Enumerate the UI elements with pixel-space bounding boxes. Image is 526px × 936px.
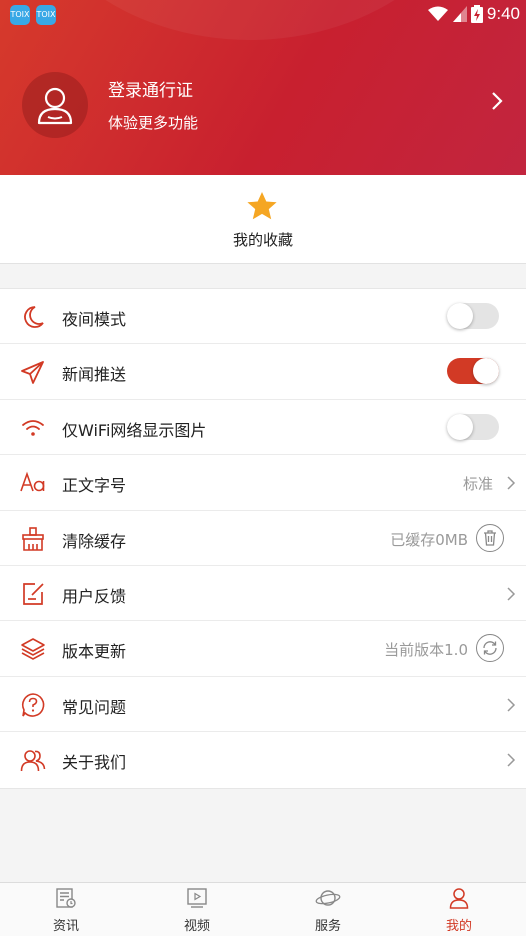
settings-row-wifi-images[interactable]: 仅WiFi网络显示图片 bbox=[0, 400, 526, 456]
row-label: 常见问题 bbox=[62, 697, 127, 717]
signal-icon bbox=[452, 6, 467, 22]
wifi-status-icon bbox=[427, 6, 448, 21]
row-label: 用户反馈 bbox=[62, 586, 127, 606]
edit-icon bbox=[23, 583, 44, 605]
star-icon bbox=[247, 192, 277, 220]
settings-row-night-mode[interactable]: 夜间模式 bbox=[0, 289, 526, 345]
login-title: 登录通行证 bbox=[108, 81, 193, 101]
wifi-icon bbox=[22, 419, 44, 436]
video-icon bbox=[187, 888, 207, 908]
user-icon bbox=[449, 888, 469, 909]
check-update-button[interactable] bbox=[476, 634, 504, 663]
row-label: 版本更新 bbox=[62, 642, 127, 662]
users-icon bbox=[20, 750, 46, 772]
settings-list: 夜间模式 新闻推送 仅WiFi网络显示图片 正文字号 标准 清除缓存 已缓存0M… bbox=[0, 288, 526, 789]
row-label: 正文字号 bbox=[62, 476, 127, 496]
profile-header: TOIX TOIX 9:40 登录通行证 体验更多功能 bbox=[0, 0, 526, 175]
tab-label: 我的 bbox=[445, 919, 472, 934]
notification-app-icon: TOIX bbox=[10, 5, 30, 25]
row-label: 新闻推送 bbox=[62, 365, 127, 385]
favorites-label: 我的收藏 bbox=[232, 231, 293, 249]
version-value: 当前版本1.0 bbox=[384, 641, 468, 660]
row-label: 夜间模式 bbox=[62, 310, 127, 329]
planet-icon bbox=[315, 890, 341, 906]
chevron-right-icon bbox=[507, 476, 516, 490]
news-icon bbox=[56, 888, 76, 908]
send-icon bbox=[21, 361, 44, 385]
settings-row-update[interactable]: 版本更新 当前版本1.0 bbox=[0, 621, 526, 677]
push-toggle[interactable] bbox=[447, 358, 499, 385]
tab-mine[interactable]: 我的 bbox=[419, 887, 499, 934]
wifi-images-toggle[interactable] bbox=[447, 413, 499, 440]
refresh-icon bbox=[483, 641, 497, 656]
chevron-right-icon bbox=[507, 753, 516, 767]
tab-label: 资讯 bbox=[52, 919, 79, 934]
chevron-right-icon bbox=[492, 92, 503, 110]
battery-icon bbox=[470, 5, 483, 23]
tab-label: 服务 bbox=[314, 919, 341, 934]
broom-icon bbox=[22, 526, 44, 551]
bottom-tab-bar: 资讯 视频 服务 我的 bbox=[0, 882, 526, 936]
settings-row-font-size[interactable]: 正文字号 标准 bbox=[0, 455, 526, 511]
settings-row-faq[interactable]: 常见问题 bbox=[0, 677, 526, 733]
row-label: 清除缓存 bbox=[62, 531, 127, 551]
settings-row-push[interactable]: 新闻推送 bbox=[0, 344, 526, 400]
cache-size-value: 已缓存0MB bbox=[390, 530, 468, 549]
status-bar: TOIX TOIX 9:40 bbox=[0, 0, 526, 30]
row-label: 仅WiFi网络显示图片 bbox=[62, 420, 207, 440]
notification-app-icon-2: TOIX bbox=[36, 5, 56, 25]
question-icon bbox=[21, 692, 45, 717]
row-label: 关于我们 bbox=[62, 753, 127, 773]
tab-services[interactable]: 服务 bbox=[288, 887, 368, 934]
night-mode-toggle[interactable] bbox=[447, 303, 499, 329]
tab-news[interactable]: 资讯 bbox=[26, 887, 106, 934]
login-subtitle: 体验更多功能 bbox=[108, 114, 199, 132]
avatar bbox=[22, 72, 88, 138]
user-avatar-icon bbox=[37, 87, 73, 125]
font-size-value: 标准 bbox=[462, 475, 493, 494]
settings-row-feedback[interactable]: 用户反馈 bbox=[0, 566, 526, 622]
trash-icon bbox=[484, 529, 496, 546]
tab-video[interactable]: 视频 bbox=[157, 887, 237, 934]
layers-icon bbox=[21, 638, 45, 661]
chevron-right-icon bbox=[507, 587, 516, 601]
favorites-button[interactable]: 我的收藏 bbox=[0, 175, 526, 264]
settings-row-about[interactable]: 关于我们 bbox=[0, 732, 526, 787]
moon-icon bbox=[24, 306, 44, 328]
chevron-right-icon bbox=[507, 698, 516, 712]
clear-cache-button[interactable] bbox=[476, 523, 504, 552]
login-entry[interactable]: 登录通行证 体验更多功能 bbox=[22, 72, 504, 138]
status-time: 9:40 bbox=[486, 4, 520, 23]
settings-row-clear-cache[interactable]: 清除缓存 已缓存0MB bbox=[0, 511, 526, 566]
font-size-icon bbox=[20, 471, 45, 492]
tab-label: 视频 bbox=[183, 919, 210, 934]
